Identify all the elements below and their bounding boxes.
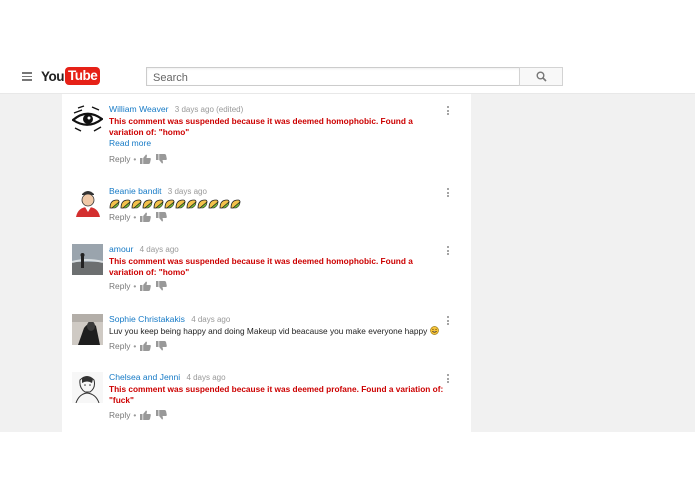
comment-time[interactable]: 3 days ago xyxy=(168,187,207,196)
youtube-logo[interactable]: You Tube xyxy=(41,66,101,86)
separator-dot: • xyxy=(133,154,137,164)
more-options-icon[interactable] xyxy=(447,374,450,385)
more-options-icon[interactable] xyxy=(447,188,450,199)
comment-actions: Reply • xyxy=(109,154,172,164)
comment-time[interactable]: 3 days ago (edited) xyxy=(175,105,244,114)
thumbs-down-icon[interactable] xyxy=(156,341,168,351)
thumbs-up-icon[interactable] xyxy=(140,281,152,291)
avatar[interactable] xyxy=(72,104,103,135)
comment-time[interactable]: 4 days ago xyxy=(191,315,230,324)
avatar[interactable] xyxy=(72,244,103,275)
comment-author[interactable]: Sophie Christakakis xyxy=(109,314,185,324)
thumbs-up-icon[interactable] xyxy=(140,154,152,164)
comment-actions: Reply • xyxy=(109,281,172,291)
separator-dot: • xyxy=(133,212,137,222)
comment-text: This comment was suspended because it wa… xyxy=(109,256,413,277)
comment-actions: Reply • xyxy=(109,341,172,351)
comment-text: This comment was suspended because it wa… xyxy=(109,116,413,137)
read-more-link[interactable]: Read more xyxy=(109,138,151,148)
comment-actions: Reply • xyxy=(109,212,172,222)
comment-meta: Beanie bandit 3 days ago xyxy=(109,186,207,196)
reply-button[interactable]: Reply xyxy=(109,341,130,351)
avatar[interactable] xyxy=(72,186,103,217)
logo-tube-text: Tube xyxy=(65,67,101,85)
comment-text: This comment was suspended because it wa… xyxy=(109,384,444,405)
more-options-icon[interactable] xyxy=(447,246,450,257)
thumbs-up-icon[interactable] xyxy=(140,341,152,351)
search-box xyxy=(146,67,520,87)
comment-emoji-row xyxy=(109,198,449,209)
reply-button[interactable]: Reply xyxy=(109,281,130,291)
comment-meta: Sophie Christakakis 4 days ago xyxy=(109,314,230,324)
comment-author[interactable]: amour xyxy=(109,244,133,254)
comments-panel: William Weaver 3 days ago (edited) This … xyxy=(62,94,471,432)
avatar[interactable] xyxy=(72,314,103,345)
comment-author[interactable]: Chelsea and Jenni xyxy=(109,372,180,382)
comment-meta: Chelsea and Jenni 4 days ago xyxy=(109,372,226,382)
thumbs-up-icon[interactable] xyxy=(140,212,152,222)
comment-author[interactable]: William Weaver xyxy=(109,104,169,114)
separator-dot: • xyxy=(133,341,137,351)
thumbs-down-icon[interactable] xyxy=(156,154,168,164)
more-options-icon[interactable] xyxy=(447,106,450,117)
reply-button[interactable]: Reply xyxy=(109,154,130,164)
separator-dot: • xyxy=(133,281,137,291)
reply-button[interactable]: Reply xyxy=(109,410,130,420)
comment-text: Luv you keep being happy and doing Makeu… xyxy=(109,326,428,336)
more-options-icon[interactable] xyxy=(447,316,450,327)
thumbs-up-icon[interactable] xyxy=(140,410,152,420)
search-input[interactable] xyxy=(147,69,519,87)
thumbs-down-icon[interactable] xyxy=(156,410,168,420)
comment-meta: William Weaver 3 days ago (edited) xyxy=(109,104,243,114)
thumbs-down-icon[interactable] xyxy=(156,212,168,222)
top-bar: You Tube xyxy=(0,58,695,94)
smiley-emoji-icon xyxy=(429,326,439,335)
hamburger-menu-icon[interactable] xyxy=(22,72,32,81)
reply-button[interactable]: Reply xyxy=(109,212,130,222)
comment-time[interactable]: 4 days ago xyxy=(140,245,179,254)
comment-author[interactable]: Beanie bandit xyxy=(109,186,162,196)
separator-dot: • xyxy=(133,410,137,420)
search-icon xyxy=(536,71,547,82)
comment-actions: Reply • xyxy=(109,410,172,420)
thumbs-down-icon[interactable] xyxy=(156,281,168,291)
logo-you-text: You xyxy=(41,68,65,84)
comment-time[interactable]: 4 days ago xyxy=(186,373,225,382)
search-button[interactable] xyxy=(519,67,563,86)
avatar[interactable] xyxy=(72,372,103,403)
taco-emoji-icon xyxy=(109,199,241,209)
comment-text-row: Luv you keep being happy and doing Makeu… xyxy=(109,326,449,337)
comment-meta: amour 4 days ago xyxy=(109,244,179,254)
